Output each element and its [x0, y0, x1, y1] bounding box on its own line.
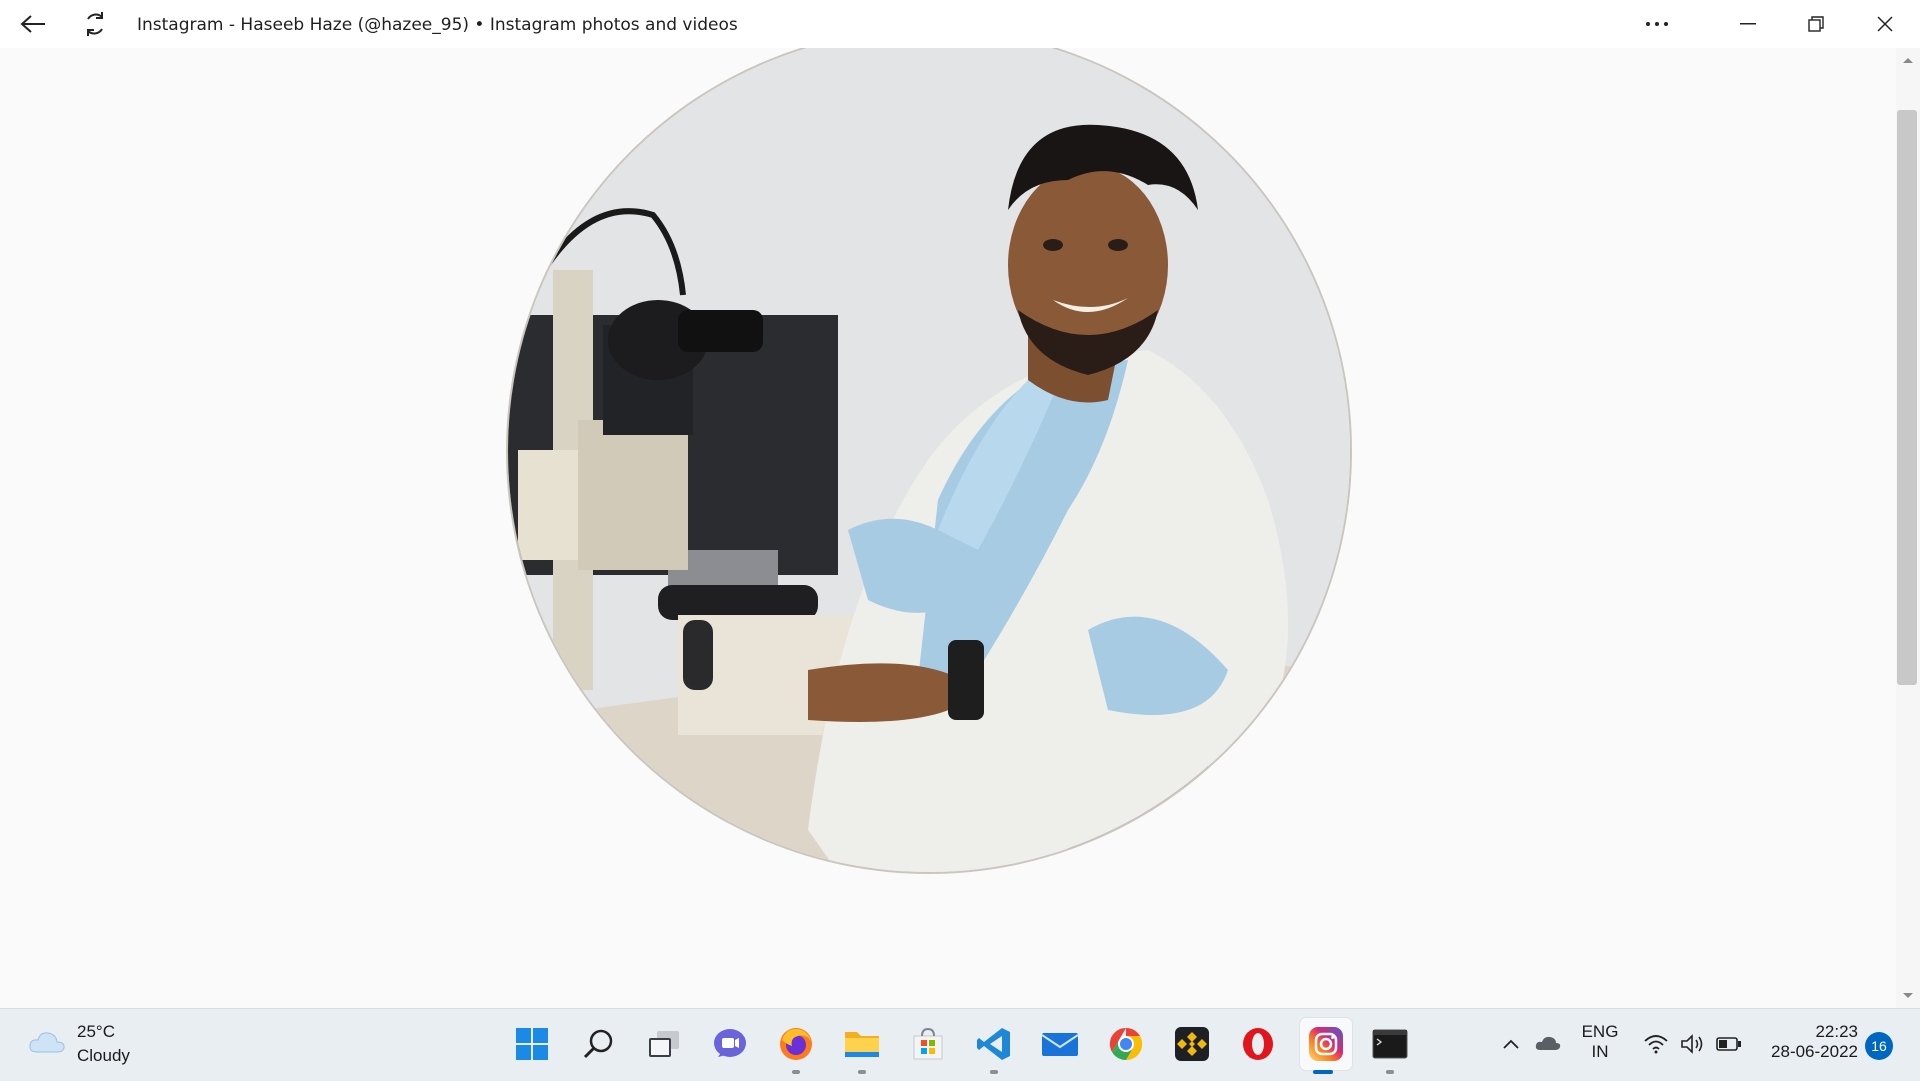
show-hidden-icons-chevron-icon[interactable]: [1502, 1038, 1520, 1050]
language-indicator[interactable]: ENG IN: [1578, 1022, 1622, 1062]
vscode-running-indicator: [990, 1070, 998, 1074]
more-options-button[interactable]: [1632, 0, 1682, 48]
instagram-button[interactable]: [1300, 1018, 1352, 1070]
windows-logo-icon: [516, 1028, 548, 1060]
onedrive-cloud-icon[interactable]: [1534, 1034, 1562, 1052]
search-button[interactable]: [576, 1022, 620, 1066]
clock-time: 22:23: [1815, 1022, 1858, 1041]
teams-chat-button[interactable]: [708, 1022, 752, 1066]
file-explorer-button[interactable]: [840, 1022, 884, 1066]
restore-button[interactable]: [1791, 0, 1841, 48]
chrome-button[interactable]: [1104, 1022, 1148, 1066]
refresh-icon: [87, 12, 103, 36]
opera-icon: [1243, 1028, 1273, 1060]
firefox-running-indicator: [792, 1070, 800, 1074]
profile-photo-image: [508, 48, 1350, 872]
restore-icon: [1808, 16, 1824, 32]
store-icon: [913, 1027, 943, 1060]
terminal-icon: [1372, 1029, 1408, 1059]
title-bar: Instagram - Haseeb Haze (@hazee_95) • In…: [0, 0, 1920, 48]
instagram-icon: [1309, 1027, 1343, 1061]
taskbar: [0, 1008, 1920, 1081]
binance-icon: [1175, 1027, 1209, 1061]
page-content: [0, 48, 1896, 1008]
scroll-up-icon[interactable]: [1902, 56, 1914, 64]
terminal-button[interactable]: [1368, 1022, 1412, 1066]
wifi-icon[interactable]: [1644, 1034, 1668, 1054]
scroll-down-icon[interactable]: [1902, 992, 1914, 1000]
task-view-button[interactable]: [642, 1022, 686, 1066]
volume-icon[interactable]: [1680, 1034, 1706, 1054]
language-code: ENG: [1581, 1022, 1619, 1041]
battery-icon[interactable]: [1716, 1036, 1742, 1052]
notification-badge[interactable]: 16: [1865, 1032, 1893, 1060]
close-button[interactable]: [1860, 0, 1910, 48]
cloud-icon: [29, 1032, 65, 1053]
teams-chat-icon: [714, 1029, 746, 1057]
weather-temperature: 25°C: [77, 1022, 115, 1041]
more-icon: [1646, 22, 1668, 26]
file-explorer-running-indicator: [858, 1070, 866, 1074]
back-button[interactable]: [10, 0, 56, 48]
vscode-button[interactable]: [972, 1022, 1016, 1066]
clock[interactable]: 22:23 28-06-2022: [1758, 1022, 1858, 1062]
mail-button[interactable]: [1038, 1022, 1082, 1066]
back-arrow-icon: [20, 15, 45, 33]
microsoft-store-button[interactable]: [906, 1022, 950, 1066]
firefox-icon: [780, 1028, 812, 1060]
firefox-button[interactable]: [774, 1022, 818, 1066]
mail-icon: [1041, 1033, 1079, 1056]
language-region: IN: [1591, 1042, 1609, 1061]
minimize-icon: [1740, 23, 1756, 25]
folder-icon: [845, 1032, 879, 1057]
close-icon: [1877, 16, 1893, 32]
vscode-icon: [977, 1028, 1010, 1060]
clock-date: 28-06-2022: [1771, 1042, 1858, 1061]
task-view-icon: [649, 1031, 679, 1057]
scrollbar-thumb[interactable]: [1897, 110, 1917, 685]
start-button[interactable]: [510, 1022, 554, 1066]
minimize-button[interactable]: [1723, 0, 1773, 48]
terminal-running-indicator: [1386, 1070, 1394, 1074]
profile-photo[interactable]: [508, 48, 1350, 872]
instagram-active-indicator: [1313, 1070, 1333, 1074]
weather-description: Cloudy: [77, 1046, 130, 1065]
window-title: Instagram - Haseeb Haze (@hazee_95) • In…: [137, 15, 738, 35]
opera-button[interactable]: [1236, 1022, 1280, 1066]
chrome-icon: [1109, 1027, 1143, 1061]
search-icon: [583, 1029, 613, 1059]
binance-button[interactable]: [1170, 1022, 1214, 1066]
refresh-button[interactable]: [72, 0, 118, 48]
